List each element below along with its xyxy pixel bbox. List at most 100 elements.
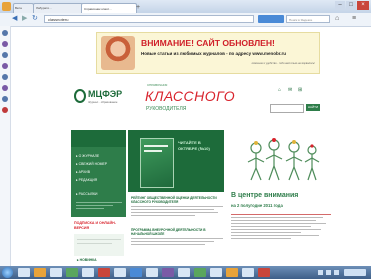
taskbar-app-16[interactable]: [258, 268, 270, 277]
taskbar-app-1[interactable]: [18, 268, 30, 277]
menu-item-label: РЕДАКЦИЯ: [78, 178, 98, 182]
banner-footnote: освоение и удобство - тебя настолько не …: [251, 62, 315, 65]
taskbar-app-9[interactable]: [146, 268, 158, 277]
side-toolbar: [0, 26, 11, 266]
side-icon-4[interactable]: [2, 63, 8, 69]
taskbar-app-6[interactable]: [98, 268, 110, 277]
new-tab-button[interactable]: +: [136, 4, 143, 11]
menu-item-label: РАССЫЛКИ: [78, 192, 98, 196]
clock[interactable]: [344, 269, 366, 276]
journal-subtitle: РУКОВОДИТЕЛЯ: [146, 106, 187, 112]
site-search-button-label: НАЙТИ: [307, 105, 319, 109]
promo-box: [74, 234, 124, 256]
banner-subtitle: Новые статьи из любимых журналов - по ад…: [141, 51, 286, 56]
menu-item-archive[interactable]: ▸ АРХИВ: [76, 170, 90, 174]
reload-icon[interactable]: ↻: [32, 15, 40, 23]
home-site-icon[interactable]: ⌂: [278, 88, 283, 93]
menu-item-editorial[interactable]: ▸ РЕДАКЦИЯ: [76, 178, 97, 182]
minimize-icon[interactable]: –: [335, 1, 345, 10]
menu-top-band: [71, 130, 126, 147]
kids-drawing: [247, 138, 320, 181]
tab-1[interactable]: Вкла: [13, 3, 34, 13]
back-icon[interactable]: ◀: [12, 15, 20, 23]
mail-site-icon[interactable]: ✉: [288, 88, 293, 93]
menu-item-label: СВЕЖИЙ НОМЕР: [78, 162, 108, 166]
banner-title: ВНИМАНИЕ! САЙТ ОБНОВЛЕН!: [141, 38, 275, 48]
focus-text: [231, 212, 331, 241]
logo-title[interactable]: МЦФЭР: [88, 89, 122, 99]
side-icon-2[interactable]: [2, 41, 8, 47]
start-button[interactable]: [2, 267, 13, 278]
side-icon-5[interactable]: [2, 74, 8, 80]
home-icon[interactable]: ⌂: [335, 15, 343, 23]
side-icon-6[interactable]: [2, 85, 8, 91]
taskbar-app-11[interactable]: [178, 268, 190, 277]
taskbar-app-10[interactable]: [162, 268, 174, 277]
logo-icon[interactable]: [74, 89, 86, 103]
browser-logo-icon: [2, 2, 11, 11]
article-2[interactable]: ПРОГРАММА ВНЕУРОЧНОЙ ДЕЯТЕЛЬНОСТИ В НАЧА…: [131, 228, 223, 247]
subscribe-link[interactable]: ПОДПИСКА И ОНЛАЙН-ВЕРСИЯ: [74, 221, 126, 231]
tab-1-label: Вкла: [15, 6, 22, 10]
tab-3-label: Справочник класс...: [84, 7, 112, 11]
tab-2[interactable]: Лабурати...: [33, 3, 83, 13]
cover-stripe: [144, 145, 168, 147]
center-column: ЧИТАЙТЕ В ОКТЯБРЕ (№10) РЕЙТИНГ ОБЩЕСТВЕ…: [128, 130, 224, 262]
article-title[interactable]: ПРОГРАММА ВНЕУРОЧНОЙ ДЕЯТЕЛЬНОСТИ В НАЧА…: [131, 228, 223, 236]
issue-cover-image[interactable]: [140, 138, 174, 188]
forward-icon[interactable]: ▶: [22, 15, 30, 23]
menu-item-label: АРХИВ: [78, 170, 90, 174]
journal-small-title: СПРАВОЧНИК: [147, 83, 168, 87]
taskbar-app-5[interactable]: [82, 268, 94, 277]
close-icon[interactable]: ×: [357, 1, 369, 10]
bottom-link-label: НОВИНКА: [79, 258, 97, 262]
banner-girl-image: [101, 36, 135, 70]
maximize-icon[interactable]: □: [346, 1, 356, 10]
menu-icon[interactable]: ≡: [352, 15, 360, 23]
tray-icon[interactable]: [334, 270, 339, 275]
taskbar-app-3[interactable]: [50, 268, 62, 277]
article-1[interactable]: РЕЙТИНГ ОБЩЕСТВЕННОЙ ОЦЕНКИ ДЕЯТЕЛЬНОСТИ…: [131, 196, 223, 218]
announcement-banner[interactable]: ВНИМАНИЕ! САЙТ ОБНОВЛЕН! Новые статьи из…: [96, 32, 320, 74]
issue-promo-text[interactable]: ЧИТАЙТЕ В ОКТЯБРЕ (№10): [178, 140, 220, 152]
search-engine-icon: [258, 15, 284, 23]
site-header: МЦФЭР Журнал · образование СПРАВОЧНИК КЛ…: [70, 80, 336, 126]
tab-2-label: Лабурати...: [36, 6, 52, 10]
taskbar-app-4[interactable]: [66, 268, 78, 277]
left-menu: ▸ О ЖУРНАЛЕ ▸ СВЕЖИЙ НОМЕР ▸ АРХИВ ▸ РЕД…: [71, 130, 126, 262]
article-title[interactable]: РЕЙТИНГ ОБЩЕСТВЕННОЙ ОЦЕНКИ ДЕЯТЕЛЬНОСТИ…: [131, 196, 223, 204]
system-tray: [318, 268, 368, 277]
window-controls: – □ ×: [335, 1, 369, 10]
menu-item-about[interactable]: ▸ О ЖУРНАЛЕ: [76, 154, 99, 158]
taskbar-app-14[interactable]: [226, 268, 238, 277]
focus-title[interactable]: В центре внимания: [231, 192, 298, 199]
focus-date: на 2 полугодие 2011 года: [231, 203, 283, 208]
search-placeholder: Поиск в Яндексе: [289, 18, 313, 22]
address-text: classnoteru: [48, 17, 69, 22]
taskbar-app-2[interactable]: [34, 268, 46, 277]
taskbar-app-8[interactable]: [130, 268, 142, 277]
right-column: В центре внимания на 2 полугодие 2011 го…: [228, 130, 336, 262]
map-site-icon[interactable]: ⊞: [298, 88, 303, 93]
cover-stripe: [144, 150, 162, 152]
site-search-input[interactable]: [270, 104, 304, 113]
taskbar-app-7[interactable]: [114, 268, 126, 277]
side-icon-1[interactable]: [2, 30, 8, 36]
menu-item-fresh[interactable]: ▸ СВЕЖИЙ НОМЕР: [76, 162, 107, 166]
side-icon-8[interactable]: [2, 107, 8, 113]
menu-item-label: О ЖУРНАЛЕ: [78, 154, 100, 158]
taskbar-app-13[interactable]: [210, 268, 222, 277]
menu-item-mailing[interactable]: ▸ РАССЫЛКИ: [76, 192, 97, 196]
address-bar[interactable]: classnoteru: [44, 15, 254, 23]
tray-icon[interactable]: [318, 270, 323, 275]
taskbar-app-12[interactable]: [194, 268, 206, 277]
site-search-button[interactable]: НАЙТИ: [306, 104, 320, 111]
search-box[interactable]: Поиск в Яндексе: [286, 15, 330, 23]
tray-icon[interactable]: [326, 270, 331, 275]
side-icon-3[interactable]: [2, 52, 8, 58]
taskbar-app-15[interactable]: [242, 268, 254, 277]
menu-sub-text: [76, 200, 122, 214]
kids-illustration: [244, 136, 324, 184]
bottom-link[interactable]: ▸ НОВИНКА: [77, 258, 97, 262]
side-icon-7[interactable]: [2, 96, 8, 102]
